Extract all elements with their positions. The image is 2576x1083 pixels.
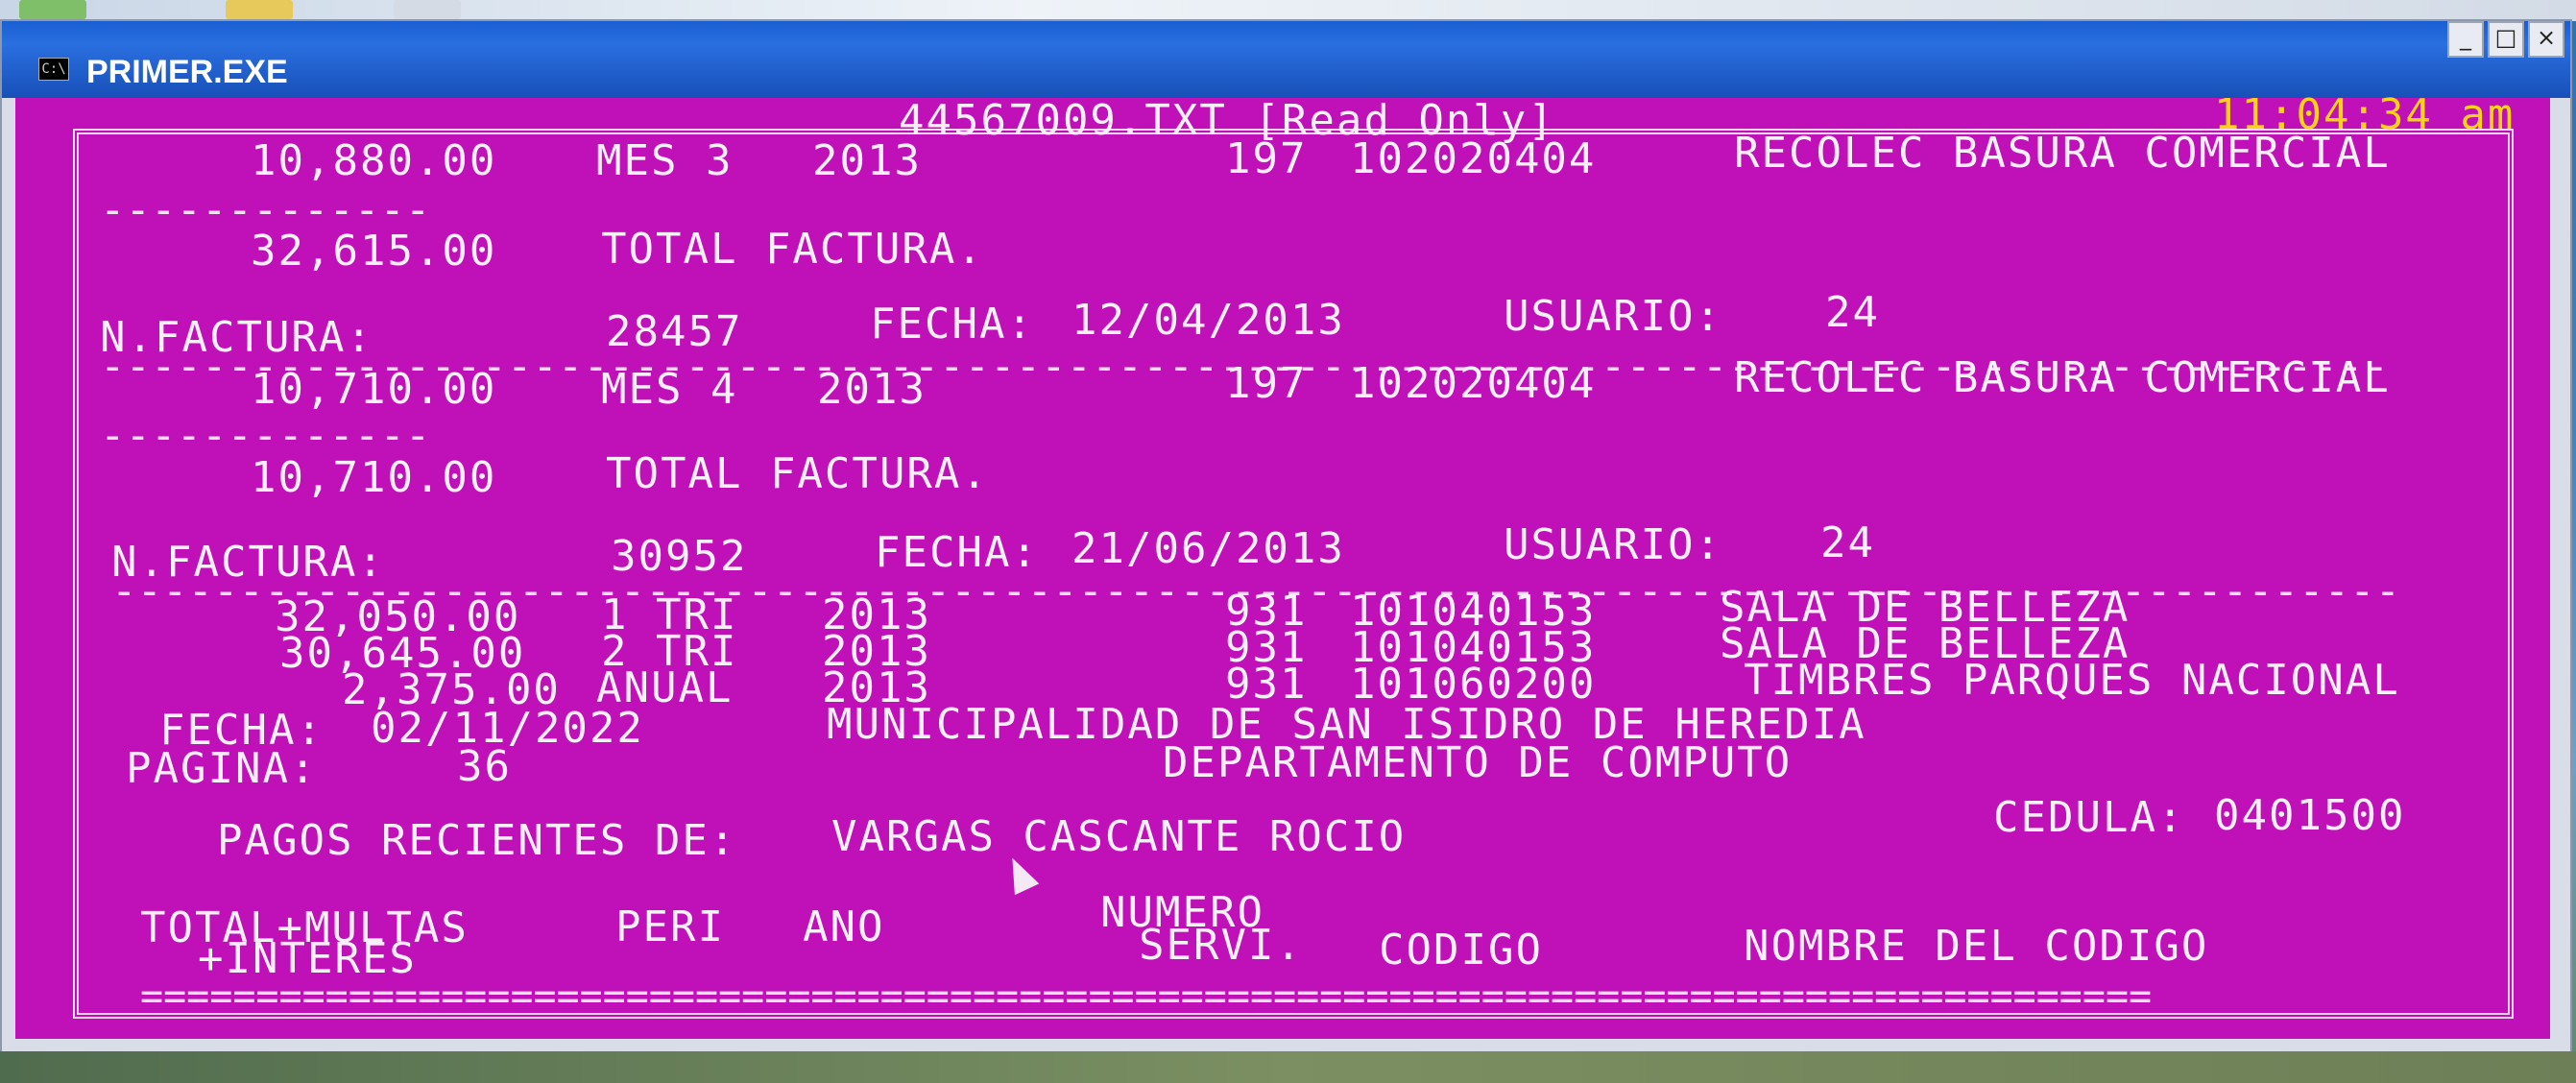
maximize-button[interactable]: □: [2488, 21, 2524, 58]
code-description: SALA DE BELLEZA: [1720, 583, 2131, 632]
period: 2 TRI: [601, 627, 738, 676]
close-button[interactable]: ×: [2528, 21, 2564, 58]
year: 2013: [822, 627, 931, 676]
municipality-name: MUNICIPALIDAD DE SAN ISIDRO DE HEREDIA: [827, 700, 1866, 749]
amount: 32,050.00: [275, 592, 521, 641]
column-header-peri: PERI: [615, 902, 725, 951]
desktop-shortcut-icon[interactable]: [19, 0, 86, 19]
column-header-servi: SERVI.: [1139, 921, 1303, 970]
invoice-date: 21/06/2013: [1071, 524, 1345, 573]
console-screen[interactable]: 44567009.TXT [Read Only] 11:04:34 am 10,…: [15, 94, 2550, 1039]
console-window: C:\ PRIMER.EXE _ □ × 44567009.TXT [Read …: [0, 19, 2572, 1055]
codigo: 101040153: [1350, 623, 1597, 672]
department-name: DEPARTAMENTO DE COMPUTO: [1163, 738, 1793, 787]
recent-payments-label: PAGOS RECIENTES DE:: [217, 816, 737, 865]
invoice-total-label: TOTAL FACTURA.: [601, 225, 984, 274]
codigo: 101040153: [1350, 587, 1597, 636]
year: 2013: [822, 663, 931, 712]
cedula-number: 0401500: [2214, 791, 2406, 840]
codigo: 102020404: [1350, 134, 1597, 183]
invoice-total-label: TOTAL FACTURA.: [606, 449, 989, 498]
codigo: 101060200: [1350, 660, 1597, 709]
report-date-label: FECHA:: [159, 706, 324, 755]
service-number: 931: [1225, 587, 1308, 636]
invoice-total: 10,710.00: [251, 453, 497, 502]
code-description: RECOLEC BASURA COMERCIAL: [1734, 353, 2391, 402]
window-titlebar[interactable]: C:\ PRIMER.EXE: [2, 21, 2570, 98]
customer-name: VARGAS CASCANTE ROCIO: [831, 812, 1407, 861]
year: 2013: [817, 365, 927, 414]
period: 1 TRI: [601, 590, 738, 639]
amount: 2,375.00: [342, 665, 561, 714]
amount: 30,645.00: [279, 629, 526, 678]
desktop-shortcut-icon[interactable]: [226, 0, 293, 19]
service-number: 931: [1225, 623, 1308, 672]
amount: 10,880.00: [251, 136, 497, 185]
date-label: FECHA:: [870, 300, 1034, 349]
taskbar: [0, 1051, 2576, 1083]
desktop-topbar: [0, 0, 2576, 21]
cedula-label: CEDULA:: [1993, 793, 2185, 842]
period: MES 3: [596, 136, 734, 185]
page-number: 36: [457, 742, 512, 791]
code-description: TIMBRES PARQUES NACIONAL: [1744, 656, 2400, 705]
code-description: RECOLEC BASURA COMERCIAL: [1734, 129, 2391, 178]
year: 2013: [812, 136, 922, 185]
window-title: PRIMER.EXE: [86, 54, 288, 90]
column-header-nombre: NOMBRE DEL CODIGO: [1744, 922, 2209, 971]
period: MES 4: [601, 365, 738, 414]
page-label: PAGINA:: [126, 744, 318, 793]
minimize-button[interactable]: _: [2447, 21, 2484, 58]
invoice-total: 32,615.00: [251, 227, 497, 276]
separator: -------------: [100, 411, 431, 460]
console-app-icon: C:\: [38, 58, 69, 81]
codigo: 102020404: [1350, 359, 1597, 408]
double-separator: ========================================…: [140, 975, 2153, 1019]
period: ANUAL: [596, 663, 734, 712]
separator: -------------: [100, 185, 431, 234]
column-header-ano: ANO: [803, 902, 885, 951]
user-number: 24: [1825, 288, 1880, 337]
service-number: 931: [1225, 660, 1308, 709]
invoice-date: 12/04/2013: [1071, 296, 1345, 345]
user-label: USUARIO:: [1504, 520, 1722, 569]
desktop-shortcut-icon[interactable]: [394, 0, 461, 19]
report-date: 02/11/2022: [371, 704, 644, 753]
service-number: 197: [1225, 359, 1308, 408]
user-label: USUARIO:: [1504, 292, 1722, 341]
code-description: SALA DE BELLEZA: [1720, 619, 2131, 668]
amount: 10,710.00: [251, 365, 497, 414]
column-header-total-sub: +INTERES: [198, 934, 417, 983]
column-header-codigo: CODIGO: [1379, 926, 1543, 975]
year: 2013: [822, 590, 931, 639]
window-controls: _ □ ×: [2447, 21, 2564, 58]
user-number: 24: [1820, 518, 1875, 567]
service-number: 197: [1225, 134, 1308, 183]
